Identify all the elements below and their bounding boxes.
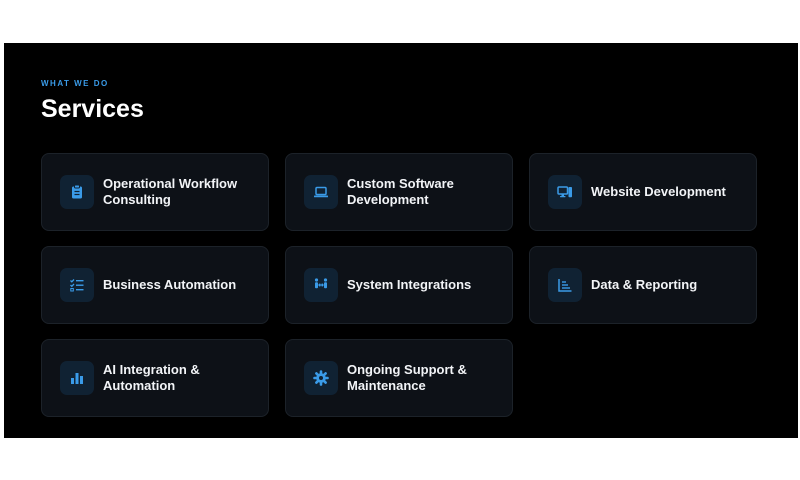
section-eyebrow: WHAT WE DO: [41, 79, 109, 88]
bar-chart-icon: [60, 361, 94, 395]
service-card-system-integrations[interactable]: System Integrations: [285, 246, 513, 324]
service-label: Website Development: [591, 184, 726, 199]
service-card-ongoing-support-maintenance[interactable]: Ongoing Support & Maintenance: [285, 339, 513, 417]
service-card-operational-workflow-consulting[interactable]: Operational Workflow Consulting: [41, 153, 269, 231]
checklist-icon: [60, 268, 94, 302]
line-chart-icon: [548, 268, 582, 302]
services-section: WHAT WE DO Services Operational Workflow…: [4, 43, 798, 438]
service-label: Operational Workflow Consulting: [103, 176, 238, 207]
people-arrows-icon: [304, 268, 338, 302]
service-label: Custom Software Development: [347, 176, 454, 207]
service-card-website-development[interactable]: Website Development: [529, 153, 757, 231]
services-grid: Operational Workflow Consulting Custom S…: [41, 153, 757, 417]
service-label: AI Integration & Automation: [103, 362, 200, 393]
laptop-icon: [304, 175, 338, 209]
desktop-icon: [548, 175, 582, 209]
gear-icon: [304, 361, 338, 395]
service-label: System Integrations: [347, 277, 472, 292]
service-label: Ongoing Support & Maintenance: [347, 362, 467, 393]
service-card-custom-software-development[interactable]: Custom Software Development: [285, 153, 513, 231]
clipboard-icon: [60, 175, 94, 209]
service-label: Business Automation: [103, 277, 237, 292]
service-card-data-reporting[interactable]: Data & Reporting: [529, 246, 757, 324]
service-label: Data & Reporting: [591, 277, 698, 292]
service-card-ai-integration-automation[interactable]: AI Integration & Automation: [41, 339, 269, 417]
service-card-business-automation[interactable]: Business Automation: [41, 246, 269, 324]
section-title: Services: [41, 95, 144, 123]
